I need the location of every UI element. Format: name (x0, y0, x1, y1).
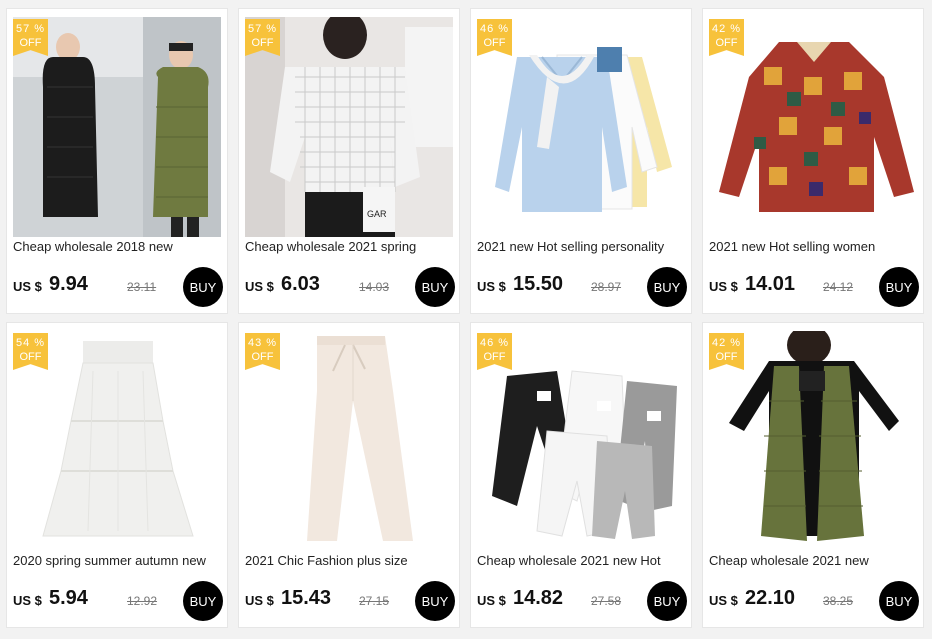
product-card[interactable]: 43 % OFF 2021 Chic Fashion plus size US … (238, 322, 460, 628)
currency-label: US $ (709, 593, 738, 608)
product-price: 5.94 (49, 587, 88, 609)
product-card[interactable]: 46 % OFF Cheap wholesale 2021 new Hot US… (470, 322, 692, 628)
discount-percent: 42 % (711, 337, 742, 349)
product-price: 22.10 (745, 587, 796, 609)
currency-label: US $ (245, 279, 274, 294)
discount-off-label: OFF (251, 37, 274, 49)
discount-percent: 57 % (15, 23, 46, 35)
product-card[interactable]: 57 % OFF Cheap wholesale 2018 new US $ 9… (6, 8, 228, 314)
buy-button[interactable]: BUY (647, 267, 687, 307)
product-title[interactable]: 2021 new Hot selling women (709, 239, 921, 254)
discount-percent: 43 % (247, 337, 278, 349)
product-card[interactable]: 46 % OFF 2021 new Hot selling personalit… (470, 8, 692, 314)
product-card[interactable]: 54 % OFF 2020 spring summer autumn new U… (6, 322, 228, 628)
product-card[interactable]: GAR 57 % OFF Cheap wholesale 2021 spring… (238, 8, 460, 314)
product-price: 14.01 (745, 273, 796, 295)
currency-label: US $ (477, 593, 506, 608)
currency-label: US $ (13, 593, 42, 608)
currency-label: US $ (13, 279, 42, 294)
product-title[interactable]: Cheap wholesale 2018 new (13, 239, 225, 254)
discount-off-label: OFF (483, 351, 506, 363)
buy-button[interactable]: BUY (879, 581, 919, 621)
discount-off-label: OFF (715, 37, 738, 49)
discount-off-label: OFF (251, 351, 274, 363)
discount-percent: 42 % (711, 23, 742, 35)
currency-label: US $ (477, 279, 506, 294)
product-price: 15.50 (513, 273, 564, 295)
buy-button[interactable]: BUY (647, 581, 687, 621)
discount-off-label: OFF (715, 351, 738, 363)
product-title[interactable]: 2020 spring summer autumn new (13, 553, 225, 568)
discount-off-label: OFF (483, 37, 506, 49)
buy-button[interactable]: BUY (183, 581, 223, 621)
original-price: 28.97 (591, 280, 622, 294)
original-price: 27.58 (591, 594, 622, 608)
product-title[interactable]: Cheap wholesale 2021 new (709, 553, 921, 568)
svg-text:GAR: GAR (367, 209, 387, 219)
original-price: 12.92 (127, 594, 158, 608)
product-price: 6.03 (281, 273, 320, 295)
original-price: 27.15 (359, 594, 390, 608)
product-title[interactable]: 2021 new Hot selling personality (477, 239, 689, 254)
discount-percent: 57 % (247, 23, 278, 35)
buy-button[interactable]: BUY (415, 267, 455, 307)
discount-off-label: OFF (19, 351, 42, 363)
product-card[interactable]: 42 % OFF Cheap wholesale 2021 new US $ 2… (702, 322, 924, 628)
discount-off-label: OFF (19, 37, 42, 49)
product-price: 9.94 (49, 273, 88, 295)
currency-label: US $ (709, 279, 738, 294)
currency-label: US $ (245, 593, 274, 608)
product-price: 15.43 (281, 587, 332, 609)
product-title[interactable]: 2021 Chic Fashion plus size (245, 553, 457, 568)
discount-percent: 46 % (479, 337, 510, 349)
original-price: 38.25 (823, 594, 854, 608)
product-price: 14.82 (513, 587, 564, 609)
buy-button[interactable]: BUY (183, 267, 223, 307)
original-price: 24.12 (823, 280, 854, 294)
product-card[interactable]: 42 % OFF 2021 new Hot selling women US $… (702, 8, 924, 314)
buy-button[interactable]: BUY (415, 581, 455, 621)
buy-button[interactable]: BUY (879, 267, 919, 307)
original-price: 23.11 (127, 280, 157, 294)
original-price: 14.03 (359, 280, 390, 294)
discount-percent: 54 % (15, 337, 46, 349)
discount-percent: 46 % (479, 23, 510, 35)
product-title[interactable]: Cheap wholesale 2021 new Hot (477, 553, 689, 568)
product-title[interactable]: Cheap wholesale 2021 spring (245, 239, 457, 254)
